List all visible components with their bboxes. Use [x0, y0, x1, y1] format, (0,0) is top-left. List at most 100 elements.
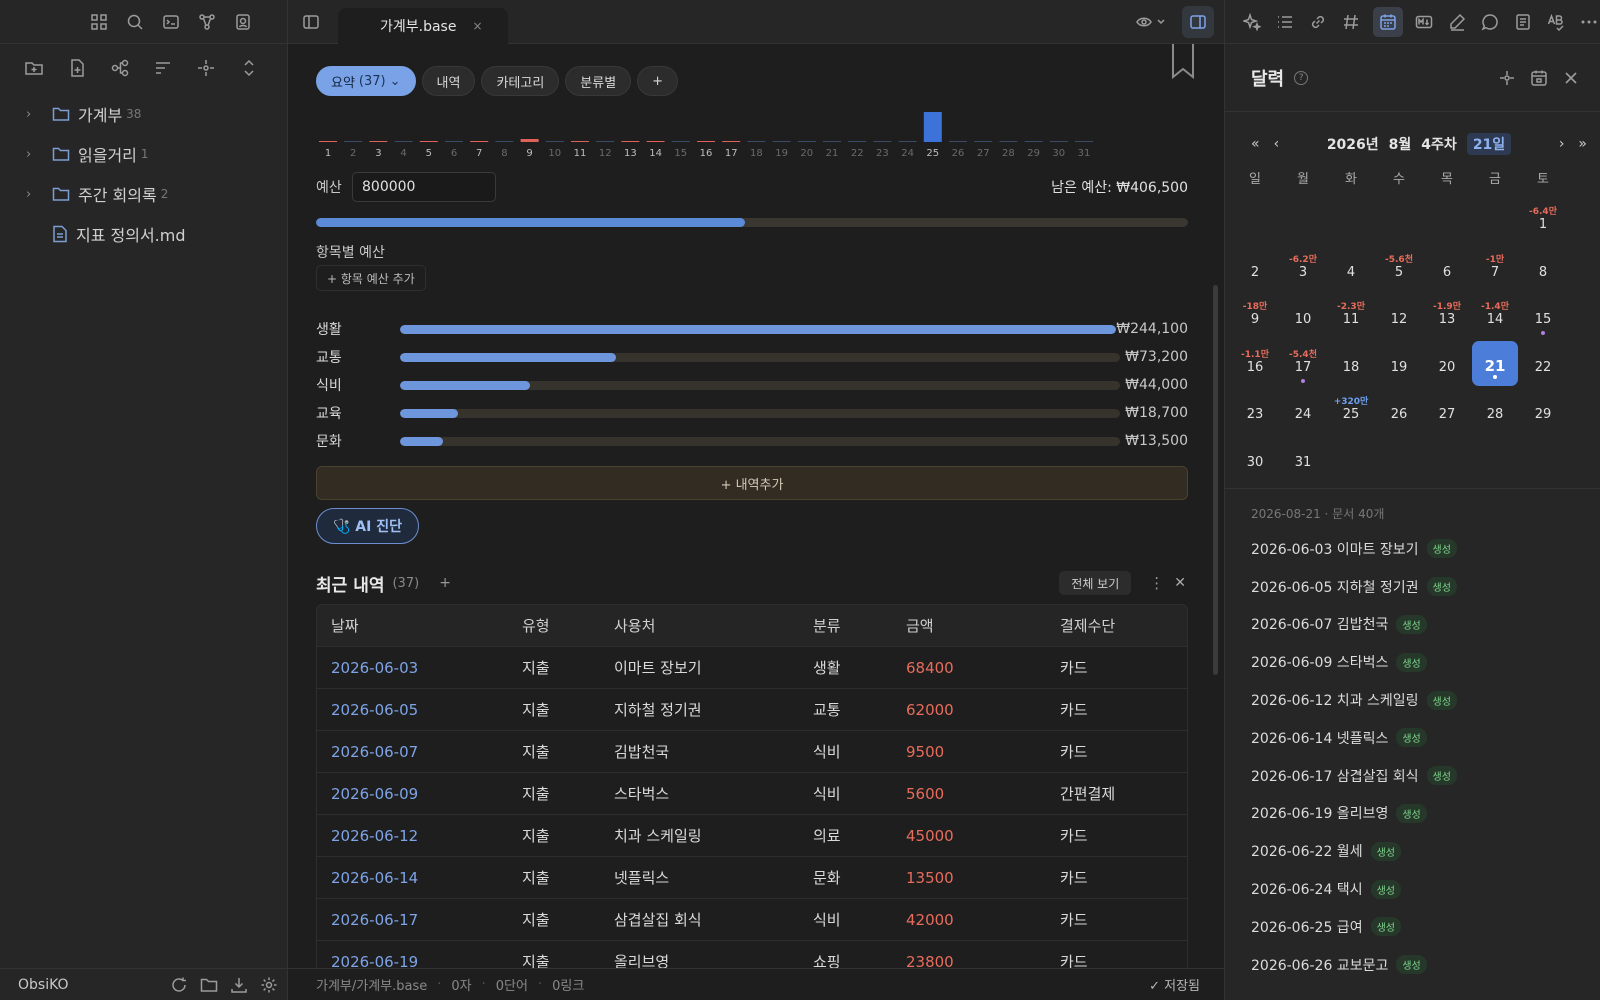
tree-file-metrics[interactable]: 지표 정의서.md: [0, 214, 287, 254]
help-icon[interactable]: ?: [1294, 70, 1309, 85]
calendar-day-cell[interactable]: -6.2만 3: [1279, 244, 1327, 292]
add-recent-button[interactable]: +: [433, 571, 457, 595]
calendar-day-cell[interactable]: 23: [1231, 386, 1279, 434]
new-note-icon[interactable]: [66, 57, 88, 79]
day-bar[interactable]: [545, 141, 564, 142]
day-bar[interactable]: [1075, 141, 1093, 142]
calendar-day-cell[interactable]: 20: [1423, 339, 1471, 387]
calendar-day-cell[interactable]: +320만 25: [1327, 386, 1375, 434]
view-details[interactable]: 내역: [421, 66, 476, 96]
calendar-icon[interactable]: [1372, 6, 1403, 37]
calendar-day-cell[interactable]: 8: [1519, 244, 1567, 292]
document-item[interactable]: 2026-06-03 이마트 장보기 생성: [1251, 530, 1591, 568]
day-bar[interactable]: [621, 141, 640, 142]
profile-icon[interactable]: [232, 11, 254, 33]
calendar-day-cell[interactable]: 27: [1423, 386, 1471, 434]
calendar-day-cell[interactable]: 12: [1375, 291, 1423, 339]
close-icon[interactable]: [1560, 67, 1582, 89]
add-entry-button[interactable]: + 내역추가: [316, 466, 1188, 500]
download-icon[interactable]: [228, 974, 250, 996]
sort-icon[interactable]: [152, 57, 174, 79]
calendar-day-cell[interactable]: 26: [1375, 386, 1423, 434]
column-header[interactable]: 사용처: [600, 615, 799, 636]
document-item[interactable]: 2026-06-12 치과 스케일링 생성: [1251, 681, 1591, 719]
day-bar[interactable]: [445, 141, 463, 142]
more-horizontal-icon[interactable]: [1578, 11, 1600, 33]
vault-name[interactable]: ObsiKO: [18, 977, 69, 993]
view-all-button[interactable]: 전체 보기: [1059, 571, 1132, 595]
relations-icon[interactable]: [109, 57, 131, 79]
calendar-day-cell[interactable]: 6: [1423, 244, 1471, 292]
chat-icon[interactable]: [1479, 11, 1501, 33]
calendar-week[interactable]: 4주차: [1421, 134, 1457, 154]
tab-budget-base[interactable]: 가계부.base ×: [338, 8, 508, 44]
sparkle-icon[interactable]: [1241, 11, 1263, 33]
day-bar[interactable]: [1024, 141, 1043, 142]
tree-folder-weekly-meetings[interactable]: › 주간 회의록 2: [0, 174, 287, 214]
calendar-day-cell[interactable]: -5.6천 5: [1375, 244, 1423, 292]
sync-icon[interactable]: [168, 974, 190, 996]
day-bar[interactable]: [495, 141, 514, 142]
reading-view-icon[interactable]: [1134, 11, 1170, 33]
column-header[interactable]: 날짜: [317, 615, 508, 636]
tree-folder-budget[interactable]: › 가계부 38: [0, 94, 287, 134]
date-cell[interactable]: 2026-06-09: [317, 785, 508, 803]
document-item[interactable]: 2026-06-25 급여 생성: [1251, 908, 1591, 946]
more-options-icon[interactable]: ⋮: [1149, 574, 1164, 592]
graph-icon[interactable]: [196, 11, 218, 33]
day-bar[interactable]: [923, 112, 942, 142]
day-bar[interactable]: [898, 141, 917, 142]
calendar-day[interactable]: 21일: [1466, 133, 1512, 155]
scrollbar[interactable]: [1213, 285, 1218, 675]
column-header[interactable]: 유형: [508, 615, 600, 636]
search-icon[interactable]: [124, 11, 146, 33]
calendar-day-cell[interactable]: 31: [1279, 434, 1327, 482]
calendar-day-cell[interactable]: 22: [1519, 339, 1567, 387]
new-folder-icon[interactable]: [23, 57, 45, 79]
view-category[interactable]: 카테고리: [481, 66, 560, 96]
chevron-down-icon[interactable]: ⌄: [390, 74, 401, 89]
date-cell[interactable]: 2026-06-17: [317, 911, 508, 929]
calendar-month[interactable]: 8월: [1389, 134, 1412, 154]
calendar-year[interactable]: 2026년: [1327, 134, 1379, 154]
calendar-day-cell[interactable]: 24: [1279, 386, 1327, 434]
day-bar[interactable]: [596, 141, 615, 142]
calendar-day-cell[interactable]: -1.9만 13: [1423, 291, 1471, 339]
day-bar[interactable]: [873, 141, 892, 142]
column-header[interactable]: 분류: [799, 615, 892, 636]
day-bar[interactable]: [999, 141, 1018, 142]
toggle-left-sidebar-icon[interactable]: [300, 11, 322, 33]
calendar-day-cell[interactable]: 19: [1375, 339, 1423, 387]
day-bar[interactable]: [671, 141, 690, 142]
calendar-day-cell[interactable]: -1만 7: [1471, 244, 1519, 292]
table-row[interactable]: 2026-06-14 지출 넷플릭스 문화 13500 카드: [317, 857, 1187, 899]
day-bar[interactable]: [747, 141, 766, 142]
calendar-today-icon[interactable]: [1528, 67, 1550, 89]
markdown-icon[interactable]: [1414, 11, 1436, 33]
table-row[interactable]: 2026-06-12 지출 치과 스케일링 의료 45000 카드: [317, 815, 1187, 857]
view-summary[interactable]: 요약 (37) ⌄: [316, 66, 416, 96]
day-bar[interactable]: [419, 141, 438, 142]
day-bar[interactable]: [772, 141, 791, 142]
date-cell[interactable]: 2026-06-12: [317, 827, 508, 845]
bookmark-icon[interactable]: [1171, 44, 1195, 80]
day-bar[interactable]: [949, 141, 967, 142]
expand-collapse-icon[interactable]: [238, 57, 260, 79]
toggle-right-sidebar-icon[interactable]: [1182, 6, 1214, 38]
date-cell[interactable]: 2026-06-05: [317, 701, 508, 719]
day-bar[interactable]: [1049, 141, 1068, 142]
day-bar[interactable]: [369, 141, 388, 142]
folder-icon[interactable]: [198, 974, 220, 996]
document-item[interactable]: 2026-06-14 넷플릭스 생성: [1251, 719, 1591, 757]
date-cell[interactable]: 2026-06-03: [317, 659, 508, 677]
document-item[interactable]: 2026-06-07 김밥천국 생성: [1251, 606, 1591, 644]
calendar-day-cell[interactable]: -2.3만 11: [1327, 291, 1375, 339]
document-item[interactable]: 2026-06-09 스타벅스 생성: [1251, 643, 1591, 681]
pen-icon[interactable]: [1446, 11, 1468, 33]
date-cell[interactable]: 2026-06-14: [317, 869, 508, 887]
document-item[interactable]: 2026-06-26 교보문고 생성: [1251, 946, 1591, 984]
list-icon[interactable]: [1274, 11, 1296, 33]
document-item[interactable]: 2026-06-05 지하철 정기권 생성: [1251, 568, 1591, 606]
calendar-day-cell[interactable]: -6.4만 1: [1519, 196, 1567, 244]
day-bar[interactable]: [722, 141, 741, 142]
